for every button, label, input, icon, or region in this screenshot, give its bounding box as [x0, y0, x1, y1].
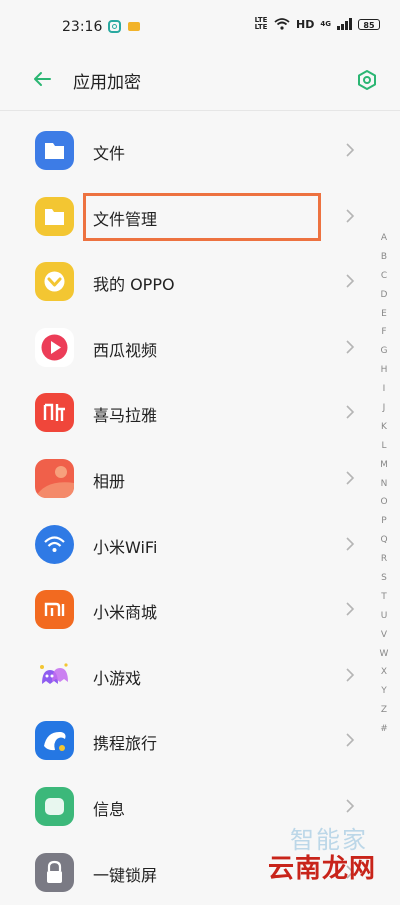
index-letter[interactable]: B — [377, 248, 391, 267]
arrow-left-icon — [34, 72, 51, 86]
index-letter[interactable]: P — [377, 512, 391, 531]
index-letter[interactable]: X — [377, 663, 391, 682]
chevron-right-icon — [346, 143, 355, 157]
mi-wifi-icon — [35, 524, 74, 564]
app-name: 喜马拉雅 — [93, 406, 158, 426]
lte-indicator: LTE LTE — [254, 16, 268, 31]
app-name: 文件 — [93, 144, 126, 163]
app-name: 携程旅行 — [93, 734, 158, 754]
chevron-right-icon — [346, 602, 355, 616]
page-title: 应用加密 — [73, 73, 141, 93]
chevron-right-icon — [346, 405, 355, 419]
index-letter[interactable]: O — [377, 493, 391, 512]
chevron-right-icon — [346, 471, 355, 485]
signal-bars-icon — [337, 18, 352, 30]
index-letter[interactable]: L — [377, 437, 391, 456]
mi-store-icon — [35, 590, 74, 630]
index-letter[interactable]: V — [377, 626, 391, 645]
index-letter[interactable]: E — [377, 305, 391, 324]
index-letter[interactable]: H — [377, 361, 391, 380]
app-name: 相册 — [93, 471, 126, 491]
status-indicators: LTE LTE HD 4G 85 — [254, 17, 380, 31]
app-name: 小游戏 — [93, 668, 142, 688]
list-item[interactable]: 小米商城 — [0, 577, 400, 643]
ximalaya-icon — [35, 393, 74, 433]
messages-icon — [35, 786, 74, 826]
app-name: 一键锁屏 — [93, 865, 158, 885]
list-item[interactable]: 小游戏 — [0, 643, 400, 709]
chevron-right-icon — [346, 668, 355, 682]
chevron-right-icon — [346, 274, 355, 288]
files-folder-icon — [35, 131, 74, 170]
gallery-icon — [35, 458, 74, 498]
list-item[interactable]: 文件 — [0, 118, 400, 184]
index-letter[interactable]: C — [377, 267, 391, 286]
list-item[interactable]: 携程旅行 — [0, 708, 400, 774]
notification-app-icon — [108, 20, 121, 33]
notification-message-icon — [128, 22, 140, 31]
list-item[interactable]: 我的 OPPO — [0, 249, 400, 315]
list-item[interactable]: 相册 — [0, 446, 400, 512]
index-letter[interactable]: T — [377, 588, 391, 607]
list-item[interactable]: 喜马拉雅 — [0, 380, 400, 446]
one-key-lock-icon — [35, 852, 74, 892]
app-header: 应用加密 — [0, 52, 400, 110]
index-letter[interactable]: Z — [377, 701, 391, 720]
index-letter[interactable]: G — [377, 342, 391, 361]
chevron-right-icon — [346, 799, 355, 813]
wifi-icon — [274, 18, 290, 30]
chevron-right-icon — [346, 536, 355, 551]
index-letter[interactable]: D — [377, 286, 391, 305]
index-letter[interactable]: Q — [377, 531, 391, 550]
chevron-right-icon — [346, 209, 355, 223]
my-oppo-icon — [35, 262, 74, 302]
settings-button[interactable] — [356, 69, 378, 91]
ctrip-dolphin-icon — [35, 721, 74, 761]
index-letter[interactable]: S — [377, 569, 391, 588]
watermark: 智能家 云南龙网 — [268, 820, 398, 885]
file-manager-folder-icon — [35, 196, 74, 236]
hexagon-settings-icon — [358, 70, 376, 90]
list-item[interactable]: 西瓜视频 — [0, 315, 400, 381]
index-letter[interactable]: U — [377, 607, 391, 626]
list-item[interactable]: 小米WiFi — [0, 512, 400, 578]
index-letter[interactable]: # — [377, 720, 391, 739]
status-time: 23:16 — [62, 19, 103, 35]
chevron-right-icon — [346, 733, 355, 747]
xigua-video-icon — [35, 327, 74, 367]
mini-games-icon — [35, 655, 74, 695]
app-name: 我的 OPPO — [93, 275, 175, 295]
battery-icon: 85 — [358, 18, 380, 30]
index-letter[interactable]: M — [377, 456, 391, 475]
index-letter[interactable]: J — [377, 399, 391, 418]
hd-indicator: HD — [296, 17, 315, 31]
index-letter[interactable]: K — [377, 418, 391, 437]
app-name: 西瓜视频 — [93, 340, 158, 360]
index-letter[interactable]: F — [377, 323, 391, 342]
index-letter[interactable]: W — [377, 645, 391, 664]
app-name: 小米WiFi — [93, 537, 158, 557]
4g-indicator: 4G — [320, 19, 331, 28]
alphabet-index[interactable]: A B C D E F G H I J K L M N O P Q R S T … — [377, 229, 391, 739]
status-bar: 23:16 LTE LTE HD 4G 85 — [0, 0, 400, 52]
app-name: 信息 — [93, 799, 126, 819]
app-name: 小米商城 — [93, 603, 158, 623]
index-letter[interactable]: N — [377, 475, 391, 494]
index-letter[interactable]: R — [377, 550, 391, 569]
chevron-right-icon — [346, 340, 355, 354]
back-button[interactable] — [30, 67, 54, 91]
header-divider — [0, 110, 400, 111]
watermark-bottom-text: 云南龙网 — [268, 854, 377, 884]
index-letter[interactable]: A — [377, 229, 391, 248]
highlight-annotation — [83, 193, 321, 241]
index-letter[interactable]: I — [377, 380, 391, 399]
index-letter[interactable]: Y — [377, 682, 391, 701]
